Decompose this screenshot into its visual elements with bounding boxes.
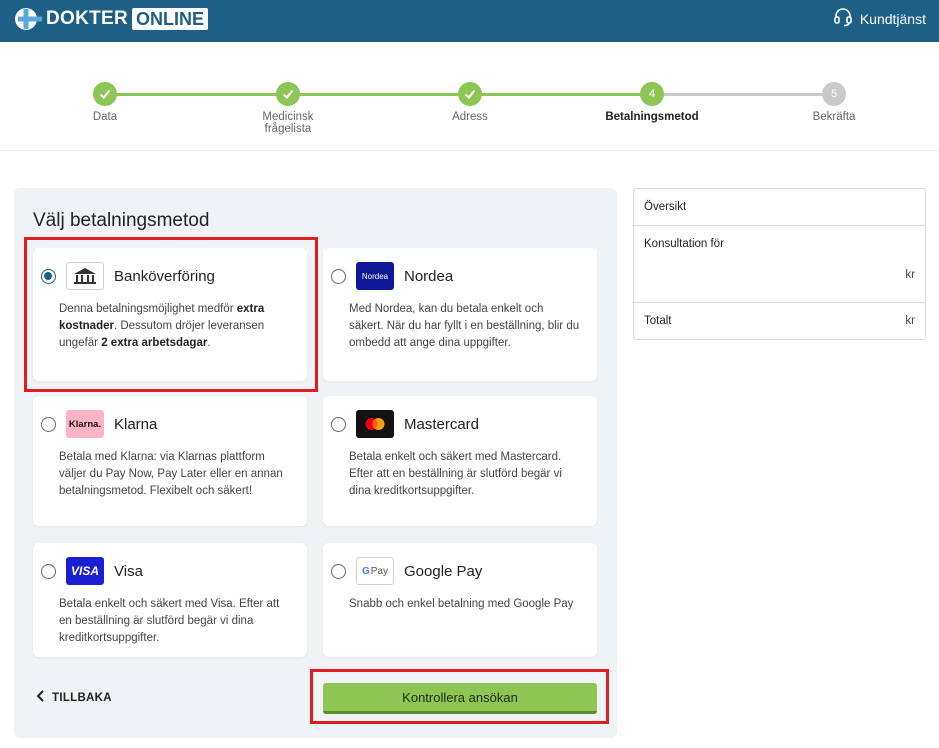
payment-option-name: Google Pay (404, 562, 483, 580)
customer-service-link[interactable]: Kundtjänst (833, 7, 926, 30)
dokter-online-logo[interactable]: DOKTER ONLINE (14, 7, 209, 31)
google-g-icon: G (361, 565, 370, 577)
headset-icon (833, 7, 860, 30)
step-address: Adress (410, 82, 530, 123)
step-label: Adress (452, 111, 488, 123)
payment-option-mastercard[interactable]: Mastercard Betala enkelt och säkert med … (323, 396, 597, 526)
back-button-label: TILLBAKA (52, 691, 112, 704)
step-label: Data (92, 111, 118, 123)
total-label: Totalt (644, 315, 672, 327)
klarna-radio[interactable] (41, 416, 56, 432)
highlight-box-bank-transfer (24, 237, 318, 392)
logo-text-dokter: DOKTER (46, 8, 129, 29)
step-label: Bekräfta (812, 111, 856, 123)
plus-logo-icon (14, 7, 44, 31)
payment-option-description: Betala enkelt och säkert med Mastercard.… (349, 451, 562, 497)
check-icon (93, 82, 117, 106)
panel-title: Välj betalningsmetod (33, 210, 210, 231)
step-label: Betalningsmetod (605, 111, 699, 123)
step-label: Medicinsk frågelista (262, 111, 314, 135)
google-pay-radio[interactable] (331, 563, 346, 579)
logo-text-online: ONLINE (132, 8, 209, 30)
nordea-radio[interactable] (331, 268, 346, 284)
step-number: 5 (822, 82, 846, 106)
order-overview: Översikt Konsultation för kr Totalt kr (633, 188, 926, 340)
payment-option-description: Betala med Klarna: via Klarnas plattform… (59, 451, 283, 497)
payment-option-description: Snabb och enkel betalning med Google Pay (349, 598, 574, 610)
payment-option-description: Betala enkelt och säkert med Visa. Efter… (59, 598, 280, 644)
check-icon (458, 82, 482, 106)
step-confirm: 5 Bekräfta (774, 82, 894, 123)
step-data: Data (45, 82, 165, 123)
visa-logo: VISA (66, 557, 104, 585)
mastercard-logo (356, 410, 394, 438)
payment-option-name: Nordea (404, 267, 454, 285)
check-icon (276, 82, 300, 106)
back-button[interactable]: TILLBAKA (36, 690, 112, 705)
stepper-progress-line (105, 93, 652, 96)
top-header: DOKTER ONLINE Kundtjänst (0, 0, 939, 42)
payment-option-klarna[interactable]: Klarna. Klarna Betala med Klarna: via Kl… (33, 396, 307, 526)
divider (634, 225, 925, 226)
step-payment-method: 4 Betalningsmetod (592, 82, 712, 123)
nordea-logo: Nordea (356, 262, 394, 290)
payment-option-google-pay[interactable]: G Pay Google Pay Snabb och enkel betalnin… (323, 543, 597, 657)
chevron-left-icon (36, 690, 52, 705)
highlight-box-submit (310, 669, 609, 724)
checkout-stepper: Data Medicinsk frågelista Adress 4 Betal… (0, 42, 939, 151)
overview-title: Översikt (644, 201, 687, 213)
customer-service-label: Kundtjänst (859, 10, 926, 27)
payment-option-description: Med Nordea, kan du betala enkelt och säk… (349, 303, 580, 349)
payment-option-visa[interactable]: VISA Visa Betala enkelt och säkert med V… (33, 543, 307, 657)
consultation-price: kr (905, 269, 915, 281)
step-number: 4 (640, 82, 664, 106)
google-pay-logo: G Pay (356, 557, 394, 585)
mastercard-radio[interactable] (331, 416, 346, 432)
klarna-logo: Klarna. (66, 410, 104, 438)
payment-option-name: Mastercard (404, 415, 480, 433)
payment-option-name: Klarna (114, 415, 158, 433)
consultation-label: Konsultation för (644, 238, 724, 250)
payment-option-nordea[interactable]: Nordea Nordea Med Nordea, kan du betala … (323, 248, 597, 381)
total-price: kr (905, 315, 915, 327)
divider (634, 302, 925, 303)
visa-radio[interactable] (41, 563, 56, 579)
payment-option-name: Visa (114, 562, 143, 580)
step-medical-questionnaire: Medicinsk frågelista (228, 82, 348, 135)
